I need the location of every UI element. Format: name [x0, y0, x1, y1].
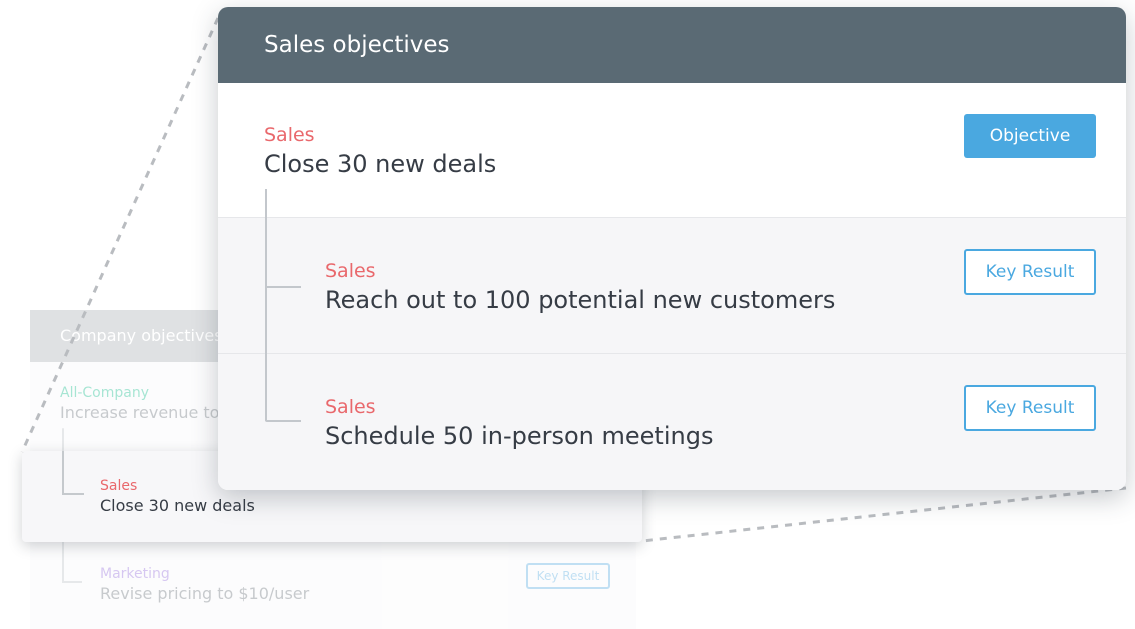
tree-branch-line — [265, 286, 301, 288]
objective-button[interactable]: Objective — [964, 114, 1096, 158]
zoom-connector-line-right — [641, 486, 1127, 543]
objective-dept-label: Sales — [264, 124, 315, 146]
tree-connector-line — [265, 189, 267, 421]
key-result-button[interactable]: Key Result — [964, 385, 1096, 431]
tree-branch-line — [265, 420, 301, 422]
objective-title[interactable]: Close 30 new deals — [264, 150, 496, 178]
sales-objectives-card: Sales objectives Sales Close 30 new deal… — [218, 7, 1126, 490]
key-result-title[interactable]: Reach out to 100 potential new customers — [325, 286, 835, 314]
zoom-connector-line-left — [20, 17, 220, 453]
key-result-title[interactable]: Schedule 50 in-person meetings — [325, 422, 713, 450]
key-result-dept-label: Sales — [325, 260, 376, 282]
key-result-dept-label: Sales — [325, 396, 376, 418]
key-result-button[interactable]: Key Result — [964, 249, 1096, 295]
sales-objectives-header: Sales objectives — [218, 7, 1126, 83]
